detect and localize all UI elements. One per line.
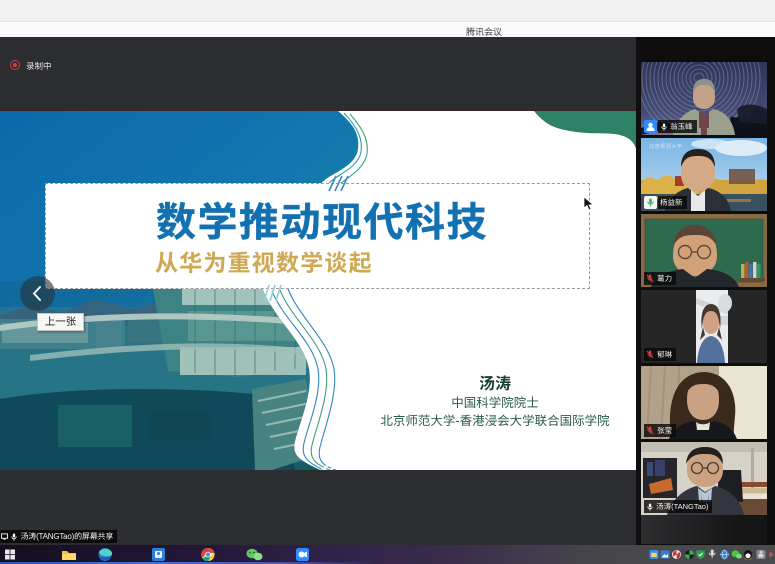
svg-text:北京师范大学: 北京师范大学: [649, 142, 683, 150]
